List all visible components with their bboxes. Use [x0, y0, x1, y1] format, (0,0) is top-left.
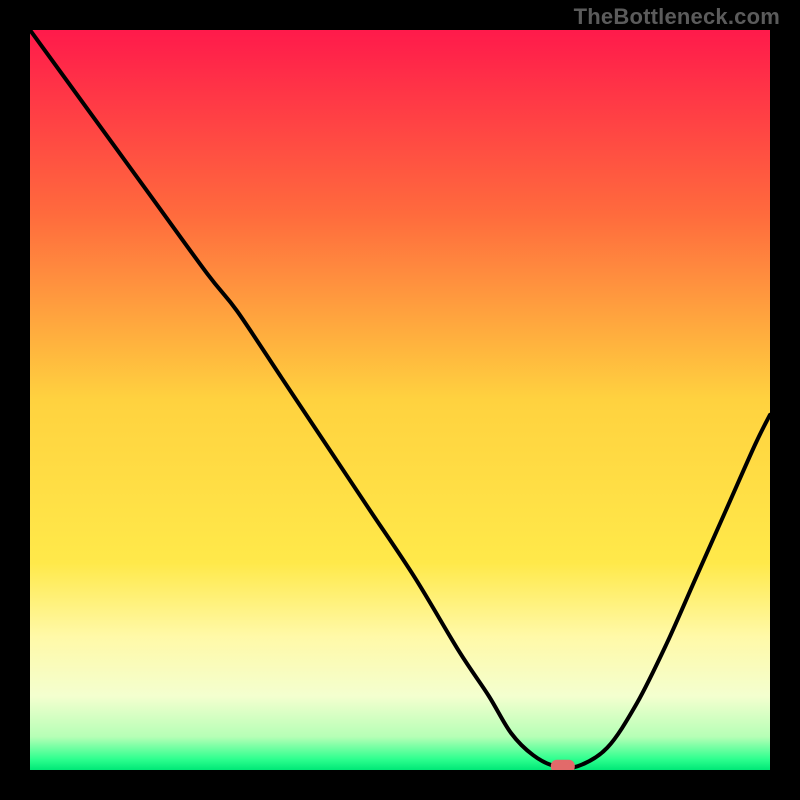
- watermark-text: TheBottleneck.com: [574, 4, 780, 30]
- chart-frame: TheBottleneck.com: [0, 0, 800, 800]
- bottleneck-chart: [30, 30, 770, 770]
- optimal-marker: [551, 760, 575, 770]
